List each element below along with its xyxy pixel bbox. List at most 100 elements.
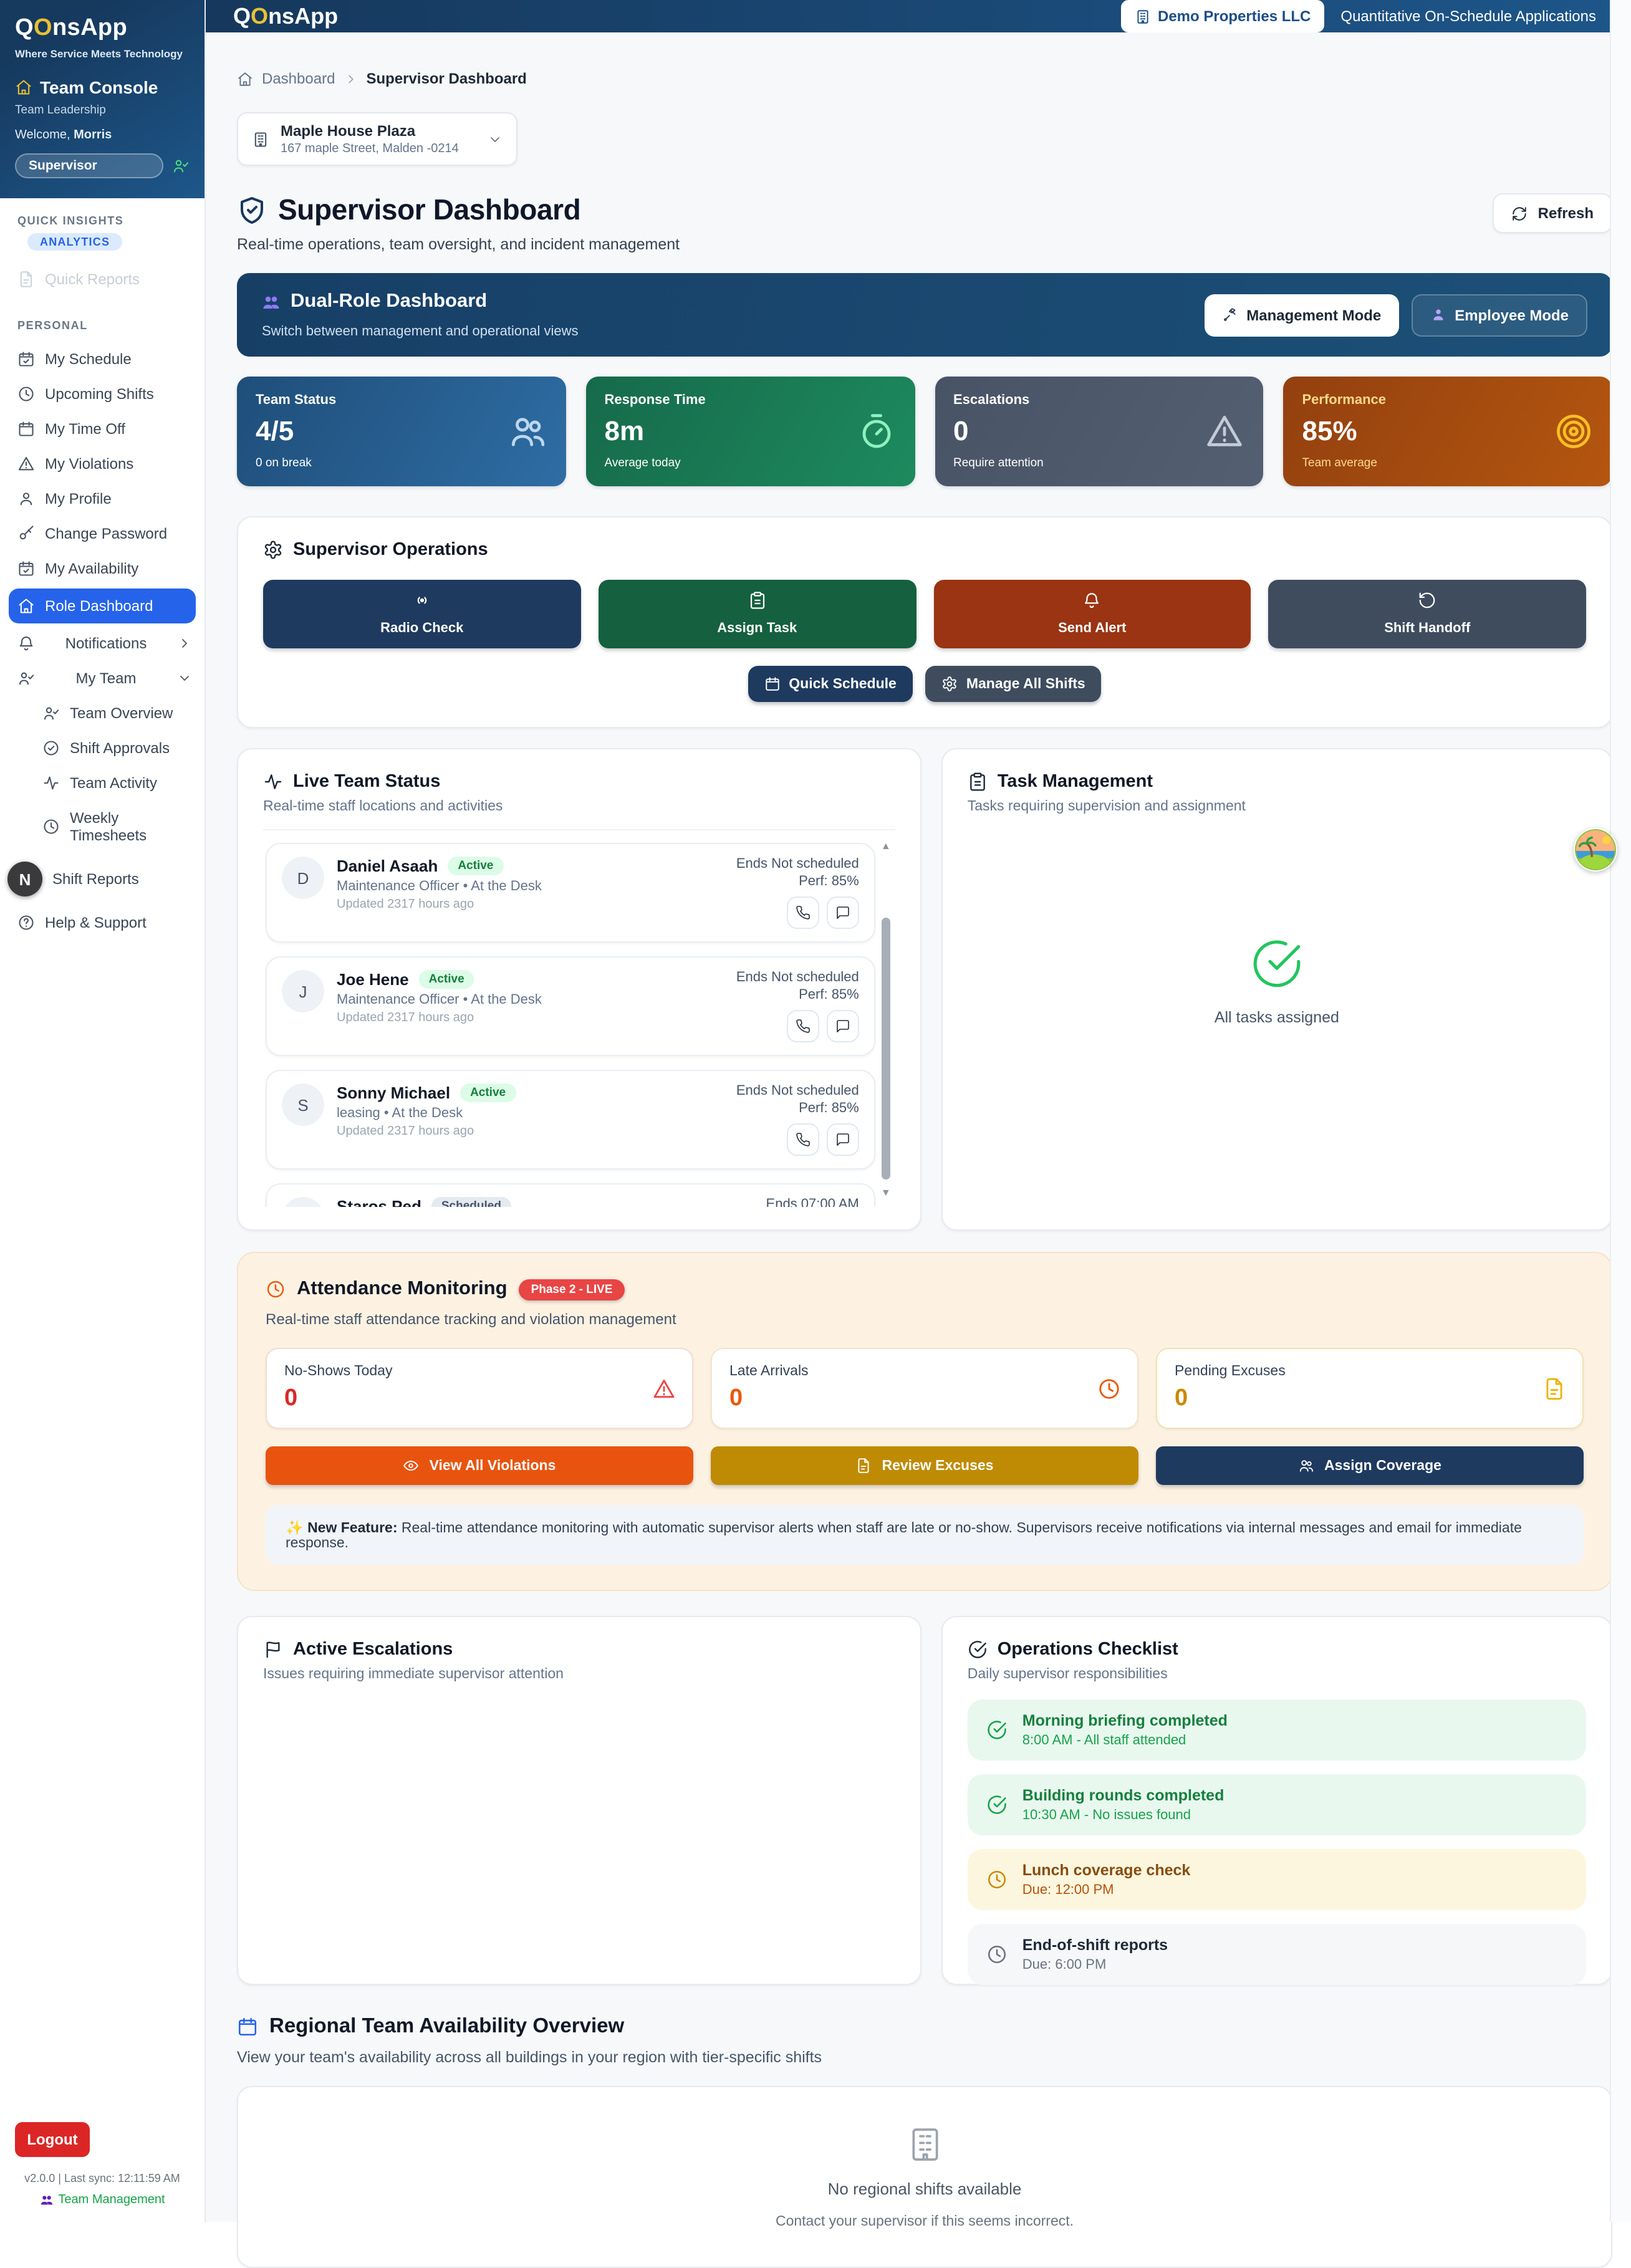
clock-icon	[266, 1279, 286, 1299]
sidebar-footer: Logout v2.0.0 | Last sync: 12:11:59 AM T…	[0, 2122, 204, 2222]
team-management-link[interactable]: Team Management	[0, 2193, 204, 2207]
topbar-logo: QOnsApp	[233, 3, 338, 29]
building-icon	[905, 2125, 945, 2165]
attendance-title: Attendance Monitoring	[297, 1278, 508, 1300]
avatar: J	[282, 970, 324, 1012]
message-button[interactable]	[827, 1123, 859, 1156]
sidebar-item-notifications[interactable]: Notifications	[0, 626, 204, 661]
member-name: Daniel Asaah	[337, 857, 438, 875]
sidebar-item-my-profile[interactable]: My Profile	[0, 481, 204, 516]
call-button[interactable]	[787, 1123, 819, 1156]
assign-task-button[interactable]: Assign Task	[599, 580, 917, 648]
sidebar-item-team-activity[interactable]: Team Activity	[35, 766, 204, 800]
pending-excuses-card: Pending Excuses 0	[1156, 1348, 1584, 1429]
stat-card-escalations: Escalations 0 Require attention	[935, 377, 1264, 486]
phone-icon	[796, 1132, 811, 1147]
sidebar-item-my-violations[interactable]: My Violations	[0, 446, 204, 481]
sidebar-item-shift-approvals[interactable]: Shift Approvals	[35, 731, 204, 766]
shift-handoff-button[interactable]: Shift Handoff	[1269, 580, 1587, 648]
sidebar-item-role-dashboard[interactable]: Role Dashboard	[9, 589, 196, 623]
sidebar-item-change-password[interactable]: Change Password	[0, 516, 204, 551]
console-title-row: Team Console	[15, 77, 190, 97]
welcome-text: Welcome, Morris	[15, 128, 190, 142]
sidebar-item-team-overview[interactable]: Team Overview	[35, 696, 204, 731]
clipboard-icon	[748, 591, 766, 610]
clock-icon	[986, 1869, 1008, 1890]
manage-all-shifts-button[interactable]: Manage All Shifts	[925, 666, 1102, 702]
calendar-icon	[764, 676, 780, 692]
view-all-violations-button[interactable]: View All Violations	[266, 1446, 693, 1485]
scrollbar-thumb[interactable]	[882, 918, 890, 1180]
user-check-icon	[42, 704, 60, 722]
organization-button[interactable]: Demo Properties LLC	[1120, 0, 1324, 32]
refresh-icon	[1512, 205, 1528, 221]
users-icon	[262, 292, 281, 311]
sidebar-tagline: Where Service Meets Technology	[15, 47, 190, 60]
breadcrumb-dashboard[interactable]: Dashboard	[262, 70, 335, 87]
team-member-row: D Daniel Asaah Active Maintenance Office…	[266, 843, 875, 943]
home-icon	[15, 79, 32, 96]
key-icon	[17, 525, 35, 542]
extension-overlay-badge[interactable]: N	[7, 862, 42, 896]
quick-schedule-button[interactable]: Quick Schedule	[748, 666, 913, 702]
assign-coverage-button[interactable]: Assign Coverage	[1156, 1446, 1584, 1485]
operations-checklist-card: Operations Checklist Daily supervisor re…	[941, 1616, 1612, 1985]
target-icon	[1554, 411, 1594, 451]
clipboard-icon	[968, 772, 988, 792]
bell-icon	[1083, 591, 1102, 610]
page-scrollbar[interactable]	[1610, 0, 1631, 2222]
list-scrollbar[interactable]: ▲ ▼	[879, 840, 893, 1199]
chevron-right-icon	[344, 72, 357, 85]
check-circle-icon	[968, 1640, 988, 1660]
management-mode-button[interactable]: Management Mode	[1204, 294, 1398, 336]
home-icon	[17, 597, 35, 615]
message-button[interactable]	[827, 1010, 859, 1042]
team-member-list: D Daniel Asaah Active Maintenance Office…	[263, 829, 895, 1207]
file-icon	[17, 271, 35, 288]
breadcrumb: Dashboard Supervisor Dashboard	[237, 70, 1612, 87]
late-arrivals-card: Late Arrivals 0	[711, 1348, 1138, 1429]
activity-icon	[42, 774, 60, 792]
scroll-down-arrow[interactable]: ▼	[879, 1187, 893, 1199]
employee-mode-button[interactable]: Employee Mode	[1411, 294, 1587, 336]
sidebar-item-upcoming-shifts[interactable]: Upcoming Shifts	[0, 377, 204, 411]
island-sticker-widget[interactable]	[1574, 828, 1617, 872]
banner-subtitle: Switch between management and operationa…	[262, 324, 579, 339]
team-member-row: S Staros Ped Scheduled Concierge • Maple…	[266, 1183, 875, 1207]
sidebar-item-my-availability[interactable]: My Availability	[0, 551, 204, 586]
users-icon	[508, 411, 547, 451]
regional-empty-card: No regional shifts available Contact you…	[237, 2086, 1612, 2268]
building-icon	[1134, 8, 1150, 24]
status-badge: Active	[460, 1084, 516, 1102]
sidebar-item-my-team[interactable]: My Team	[0, 661, 204, 696]
live-badge: Phase 2 - LIVE	[519, 1279, 625, 1300]
member-name: Sonny Michael	[337, 1084, 450, 1102]
calendar-check-icon	[17, 560, 35, 577]
sidebar-item-my-schedule[interactable]: My Schedule	[0, 342, 204, 377]
section-quick-insights: QUICK INSIGHTS	[0, 214, 204, 227]
send-alert-button[interactable]: Send Alert	[933, 580, 1251, 648]
version-text: v2.0.0 | Last sync: 12:11:59 AM	[0, 2172, 204, 2184]
clock-icon	[986, 1944, 1008, 1965]
escalations-subtitle: Issues requiring immediate supervisor at…	[263, 1667, 895, 1682]
call-button[interactable]	[787, 896, 819, 929]
scroll-up-arrow[interactable]: ▲	[879, 840, 893, 853]
page-title: Supervisor Dashboard	[278, 193, 580, 227]
review-excuses-button[interactable]: Review Excuses	[711, 1446, 1138, 1485]
logout-button[interactable]: Logout	[15, 2122, 90, 2157]
top-bar: QOnsApp Demo Properties LLC Quantitative…	[206, 0, 1631, 32]
check-circle-icon	[986, 1794, 1008, 1815]
sidebar-item-weekly-timesheets[interactable]: Weekly Timesheets	[35, 800, 204, 853]
call-button[interactable]	[787, 1010, 819, 1042]
sidebar-item-shift-reports[interactable]: N Shift Reports	[0, 853, 204, 905]
building-selector[interactable]: Maple House Plaza 167 maple Street, Mald…	[237, 112, 517, 166]
task-management-title: Task Management	[998, 772, 1153, 792]
radio-check-button[interactable]: Radio Check	[263, 580, 581, 648]
message-button[interactable]	[827, 896, 859, 929]
sidebar-item-my-time-off[interactable]: My Time Off	[0, 411, 204, 446]
sidebar-item-help-support[interactable]: Help & Support	[0, 905, 204, 940]
warning-triangle-icon	[17, 455, 35, 473]
refresh-button[interactable]: Refresh	[1493, 193, 1612, 233]
shield-check-icon	[237, 195, 267, 225]
live-team-status-card: Live Team Status Real-time staff locatio…	[237, 748, 921, 1231]
